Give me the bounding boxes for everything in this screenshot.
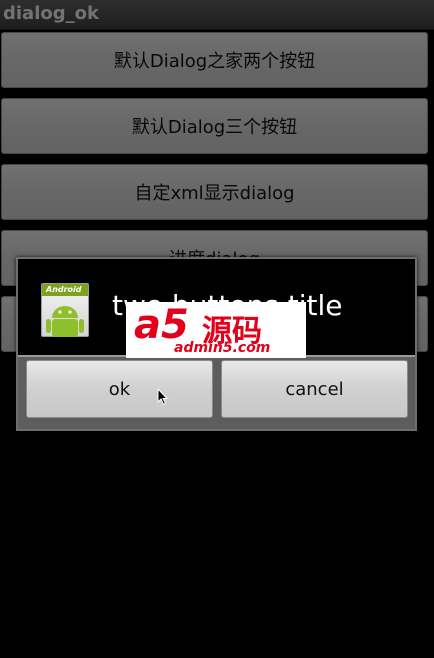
- ok-label: ok: [108, 378, 131, 400]
- ok-button[interactable]: ok: [26, 360, 213, 418]
- watermark-url: admin5.com: [174, 340, 271, 356]
- a5-watermark: a5 源码 admin5.com: [126, 302, 306, 358]
- mouse-cursor-icon: [157, 388, 169, 406]
- cancel-button[interactable]: cancel: [221, 360, 408, 418]
- android-app-icon: Android: [41, 283, 89, 337]
- icon-tag: Android: [42, 284, 88, 296]
- cancel-label: cancel: [285, 378, 344, 400]
- screen: dialog_ok 默认Dialog之家两个按钮 默认Dialog三个按钮 自定…: [0, 0, 434, 658]
